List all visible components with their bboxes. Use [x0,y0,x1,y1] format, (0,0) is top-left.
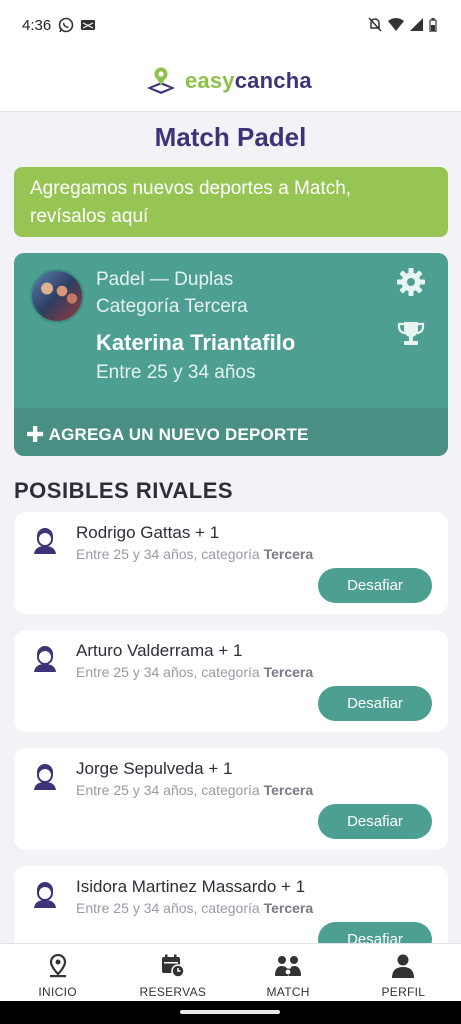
plus-icon: ✚ [26,422,45,447]
home-indicator[interactable] [180,1010,280,1014]
sport-category: Categoría Tercera [96,296,248,317]
challenge-button[interactable]: Desafiar [318,804,432,839]
nav-item-reservas[interactable]: RESERVAS [115,944,230,1001]
rival-meta: Entre 25 y 34 años, categoría Tercera [76,900,314,916]
nav-label: RESERVAS [139,985,207,999]
rival-name: Rodrigo Gattas + 1 [76,523,220,542]
add-sport-button[interactable]: ✚ AGREGA UN NUEVO DEPORTE [14,408,448,456]
nav-label: PERFIL [381,985,426,999]
challenge-button[interactable]: Desafiar [318,686,432,721]
rival-name: Arturo Valderrama + 1 [76,641,243,660]
logo-text-easy: easy [185,68,235,93]
mute-icon [368,17,382,32]
sport-mode: Padel — Duplas [96,269,234,290]
status-system-icons [368,17,437,32]
wifi-icon [388,18,404,31]
nav-item-inicio[interactable]: INICIO [0,944,115,1001]
player-age-range: Entre 25 y 34 años [96,362,256,383]
rival-category: Tercera [263,664,314,680]
status-notification-icons [58,17,96,33]
rival-category: Tercera [263,546,314,562]
app-header: easycancha [0,52,461,112]
rival-meta: Entre 25 y 34 años, categoría Tercera [76,546,314,562]
person-icon [392,954,415,978]
gear-icon[interactable] [396,267,426,297]
player-name: Katerina Triantafilo [96,330,296,355]
page-title: Match Padel [154,122,307,152]
trophy-icon[interactable] [396,319,426,349]
rival-name: Jorge Sepulveda + 1 [76,759,233,778]
challenge-button[interactable]: Desafiar [318,568,432,603]
rivals-section-title: POSIBLES RIVALES [14,478,234,503]
calendar-clock-icon [161,954,185,978]
rival-meta: Entre 25 y 34 años, categoría Tercera [76,782,314,798]
nav-label: MATCH [266,985,310,999]
new-sports-banner[interactable]: Agregamos nuevos deportes a Match, revís… [14,167,448,237]
message-icon [81,20,95,30]
whatsapp-icon [58,17,74,33]
rival-card: Rodrigo Gattas + 1 Entre 25 y 34 años, c… [14,512,448,614]
team-avatar [30,269,84,323]
bottom-navigation: INICIO RESERVAS MATCH PERFIL [0,943,461,1001]
rival-category: Tercera [263,900,314,916]
location-pin-icon [49,953,66,978]
rival-name: Isidora Martinez Massardo + 1 [76,877,306,896]
rival-category: Tercera [263,782,314,798]
battery-icon [429,17,437,32]
add-sport-label: AGREGA UN NUEVO DEPORTE [48,425,309,444]
player-icon [34,528,56,554]
player-icon [34,882,56,908]
logo-pin-icon [147,67,175,94]
rival-card: Jorge Sepulveda + 1 Entre 25 y 34 años, … [14,748,448,850]
player-icon [34,646,56,672]
players-icon [275,956,302,976]
signal-icon [410,18,423,31]
nav-item-match[interactable]: MATCH [231,944,346,1001]
logo-text-cancha: cancha [234,68,312,93]
rival-card: Arturo Valderrama + 1 Entre 25 y 34 años… [14,630,448,732]
status-time: 4:36 [22,17,52,34]
system-gesture-bar [0,1001,461,1024]
sport-profile-card: Padel — Duplas Categoría Tercera Katerin… [14,253,448,456]
nav-item-perfil[interactable]: PERFIL [346,944,461,1001]
nav-label: INICIO [38,985,77,999]
rival-meta: Entre 25 y 34 años, categoría Tercera [76,664,314,680]
player-icon [34,764,56,790]
status-bar: 4:36 [0,0,461,52]
easycancha-logo: easycancha [145,66,312,96]
